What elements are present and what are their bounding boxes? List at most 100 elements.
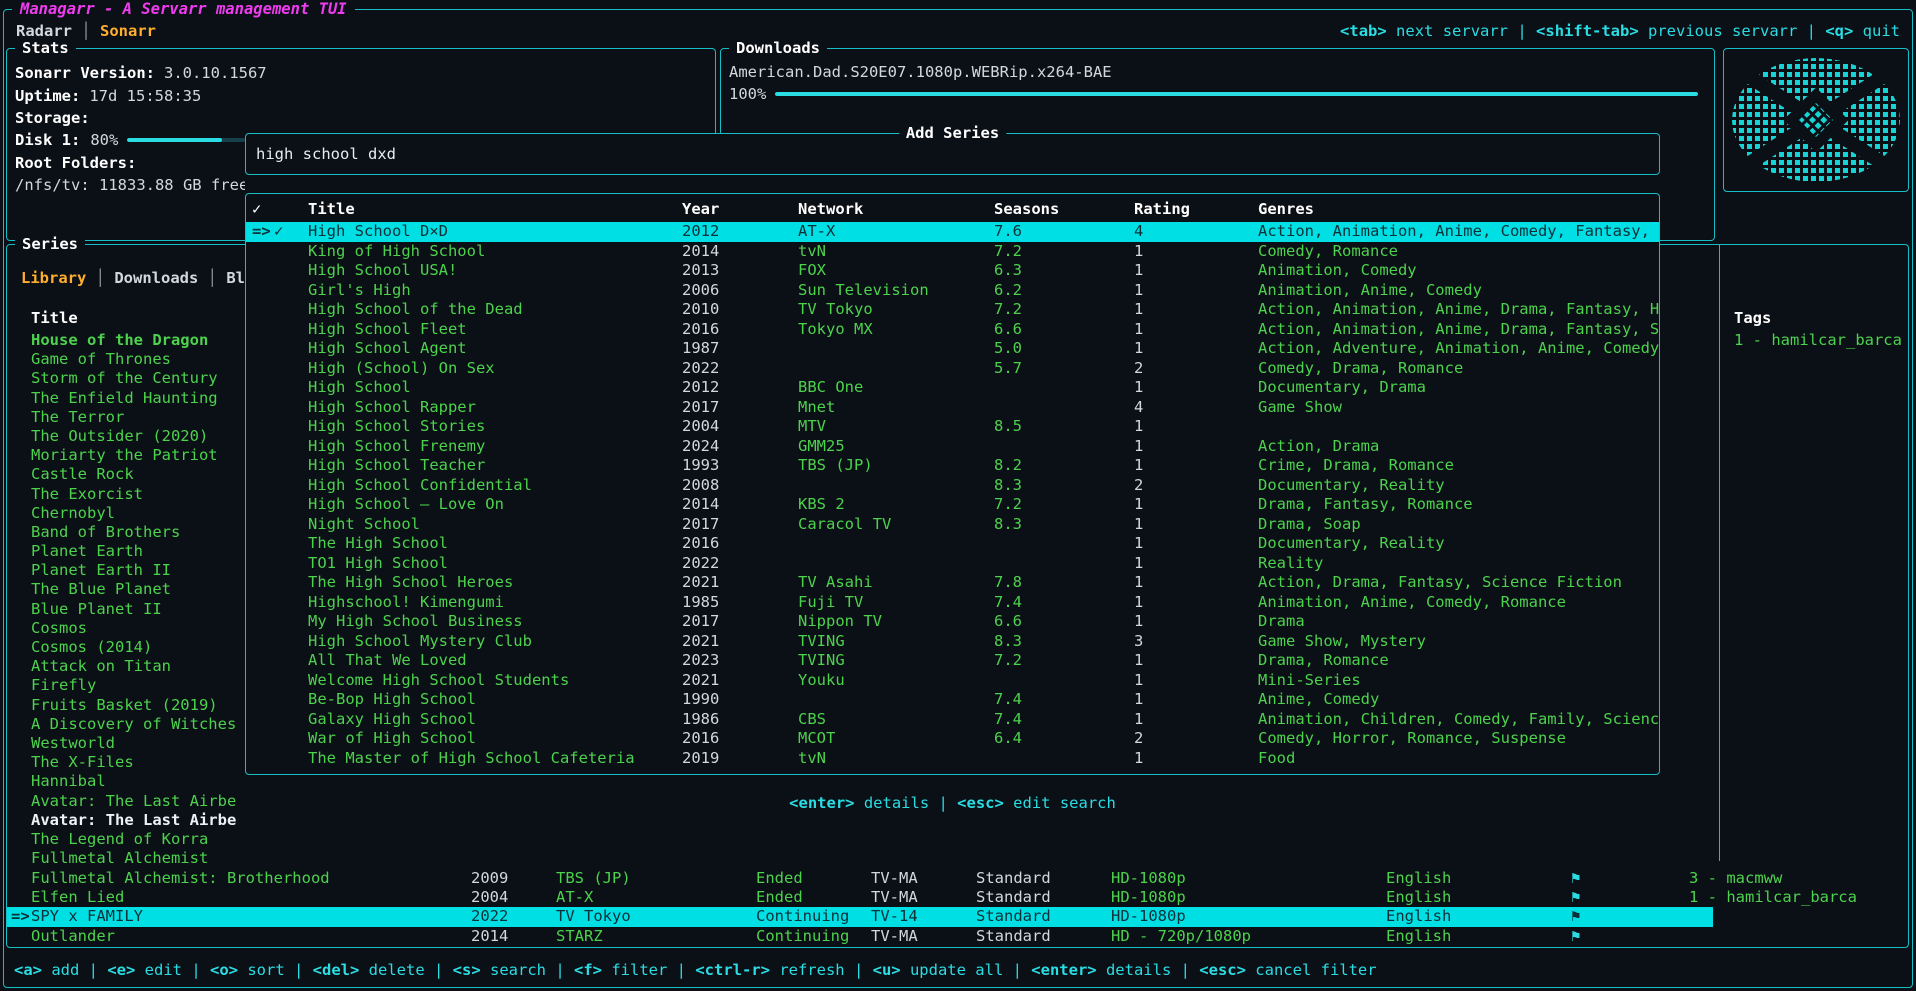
add-series-result-row[interactable]: High School Fleet2016Tokyo MX6.61Action,… [246, 320, 1659, 340]
series-table-row[interactable]: =>SPY x FAMILY2022TV TokyoContinuingTV-1… [7, 907, 1713, 926]
cell-rating: 1 [1134, 554, 1258, 574]
series-list-item[interactable]: The X-Files [7, 753, 246, 772]
add-series-result-row[interactable]: High School Confidential20088.32Document… [246, 476, 1659, 496]
series-list-item[interactable]: The Blue Planet [7, 580, 246, 599]
series-list-item[interactable]: Band of Brothers [7, 523, 246, 542]
series-list-item[interactable]: House of the Dragon [7, 331, 246, 350]
cell-network: AT-X [556, 888, 756, 907]
add-series-result-row[interactable]: The High School20161Documentary, Reality [246, 534, 1659, 554]
add-series-search-box: Add Series high school dxd [245, 133, 1660, 175]
add-series-result-row[interactable]: King of High School2014tvN7.21Comedy, Ro… [246, 242, 1659, 262]
add-series-result-row[interactable]: My High School Business2017Nippon TV6.61… [246, 612, 1659, 632]
check-slot [274, 378, 308, 398]
add-series-result-row[interactable]: High School2012BBC One1Documentary, Dram… [246, 378, 1659, 398]
series-list-item[interactable]: Planet Earth II [7, 561, 246, 580]
series-list-item[interactable]: Fullmetal Alchemist [7, 849, 246, 868]
series-list-item[interactable]: Game of Thrones [7, 350, 246, 369]
series-search-input[interactable]: high school dxd [256, 145, 396, 163]
series-list-item[interactable]: The Terror [7, 408, 246, 427]
add-series-result-row[interactable]: The Master of High School Cafeteria2019t… [246, 749, 1659, 769]
add-series-result-row[interactable]: High School Teacher1993TBS (JP)8.21Crime… [246, 456, 1659, 476]
results-table-header: ✓TitleYearNetworkSeasonsRatingGenres [246, 199, 1659, 220]
tab-radarr[interactable]: Radarr [16, 22, 72, 40]
cell-genres: Game Show [1258, 398, 1659, 418]
series-list-item[interactable]: Planet Earth [7, 542, 246, 561]
check-icon: ✓ [274, 222, 308, 242]
check-slot [274, 573, 308, 593]
add-series-result-row[interactable]: The High School Heroes2021TV Asahi7.81Ac… [246, 573, 1659, 593]
cell-network: Caracol TV [798, 515, 994, 535]
column-header-year: Year [682, 199, 798, 220]
series-list-item[interactable]: Firefly [7, 676, 246, 695]
cell-rating: 1 [1134, 749, 1258, 769]
series-tab-downloads[interactable]: Downloads [114, 269, 198, 287]
series-list-item[interactable]: Blue Planet II [7, 600, 246, 619]
add-series-result-row[interactable]: Galaxy High School1986CBS7.41Animation, … [246, 710, 1659, 730]
series-list-item[interactable]: The Legend of Korra [7, 830, 246, 849]
selection-marker-slot [252, 729, 274, 749]
add-series-result-row[interactable]: TO1 High School20221Reality [246, 554, 1659, 574]
series-list-item[interactable]: Moriarty the Patriot [7, 446, 246, 465]
series-list-item[interactable]: Fruits Basket (2019) [7, 696, 246, 715]
cell-network [798, 476, 994, 496]
cell-rating: 1 [1134, 495, 1258, 515]
add-series-result-row[interactable]: Be-Bop High School19907.41Anime, Comedy [246, 690, 1659, 710]
add-series-result-row[interactable]: High School Rapper2017Mnet4Game Show [246, 398, 1659, 418]
bottom-help-key: <esc> [1199, 961, 1246, 979]
series-list-item[interactable]: Cosmos [7, 619, 246, 638]
cell-rating: 1 [1134, 593, 1258, 613]
series-list-item[interactable]: Avatar: The Last Airbe [7, 811, 246, 830]
series-list-item[interactable]: Attack on Titan [7, 657, 246, 676]
series-list-item[interactable]: The Outsider (2020) [7, 427, 246, 446]
series-list-item[interactable]: Avatar: The Last Airbe [7, 792, 246, 811]
add-series-result-row[interactable]: High (School) On Sex20225.72Comedy, Dram… [246, 359, 1659, 379]
series-list-item[interactable]: Hannibal [7, 772, 246, 791]
add-series-result-row[interactable]: War of High School2016MCOT6.42Comedy, Ho… [246, 729, 1659, 749]
check-slot [274, 242, 308, 262]
cell-title: Elfen Lied [31, 888, 471, 907]
series-tab-bl[interactable]: Bl [226, 269, 245, 287]
series-list-item[interactable]: A Discovery of Witches [7, 715, 246, 734]
add-series-result-row[interactable]: High School Agent19875.01Action, Adventu… [246, 339, 1659, 359]
popup-help-key: <esc> [957, 794, 1004, 812]
download-item[interactable]: American.Dad.S20E07.1080p.WEBRip.x264-BA… [729, 61, 1706, 83]
add-series-result-row[interactable]: High School Stories2004MTV8.51 [246, 417, 1659, 437]
bottom-help-key: <enter> [1031, 961, 1096, 979]
cell-tags: 3 - macmww [1689, 869, 1713, 888]
add-series-result-row[interactable]: High School of the Dead2010TV Tokyo7.21A… [246, 300, 1659, 320]
series-list-item[interactable]: The Enfield Haunting [7, 389, 246, 408]
series-list-item[interactable]: Cosmos (2014) [7, 638, 246, 657]
add-series-result-row[interactable]: Night School2017Caracol TV8.31Drama, Soa… [246, 515, 1659, 535]
add-series-result-row[interactable]: Highschool! Kimengumi1985Fuji TV7.41Anim… [246, 593, 1659, 613]
bottom-help-label: add [42, 961, 79, 979]
tab-sonarr[interactable]: Sonarr [100, 22, 156, 40]
cell-language: English [1386, 907, 1571, 926]
series-tab-library[interactable]: Library [21, 269, 86, 287]
storage-line: Storage: [15, 107, 707, 129]
series-table-row[interactable]: Elfen Lied2004AT-XEndedTV-MAStandardHD-1… [7, 888, 1713, 907]
cell-genres: Crime, Drama, Romance [1258, 456, 1659, 476]
cell-title: High School of the Dead [308, 300, 682, 320]
add-series-result-row[interactable]: All That We Loved2023TVING7.21Drama, Rom… [246, 651, 1659, 671]
add-series-result-row[interactable]: High School Frenemy2024GMM251Action, Dra… [246, 437, 1659, 457]
add-series-result-row[interactable]: High School USA!2013FOX6.31Animation, Co… [246, 261, 1659, 281]
selection-marker-slot [252, 632, 274, 652]
cell-rating: 1 [1134, 456, 1258, 476]
series-list-item[interactable]: The Exorcist [7, 485, 246, 504]
cell-network: MTV [798, 417, 994, 437]
add-series-result-row[interactable]: Welcome High School Students2021Youku1Mi… [246, 671, 1659, 691]
add-series-result-row[interactable]: High School Mystery Club2021TVING8.33Gam… [246, 632, 1659, 652]
series-table-row[interactable]: Fullmetal Alchemist: Brotherhood2009TBS … [7, 869, 1713, 888]
series-list-item[interactable]: Storm of the Century [7, 369, 246, 388]
add-series-result-row[interactable]: =>✓High School D×D2012AT-X7.64Action, An… [246, 222, 1659, 242]
series-list-item[interactable]: Chernobyl [7, 504, 246, 523]
series-list-item[interactable]: Castle Rock [7, 465, 246, 484]
cell-seasons: 7.2 [994, 242, 1134, 262]
series-table-row[interactable]: Outlander2014STARZContinuingTV-MAStandar… [7, 927, 1713, 946]
series-list-item[interactable]: Westworld [7, 734, 246, 753]
add-series-result-row[interactable]: Girl's High2006Sun Television6.21Animati… [246, 281, 1659, 301]
add-series-result-row[interactable]: High School – Love On2014KBS 27.21Drama,… [246, 495, 1659, 515]
cell-status: Ended [756, 888, 871, 907]
cell-year: 2012 [682, 222, 798, 242]
cell-language: English [1386, 888, 1571, 907]
